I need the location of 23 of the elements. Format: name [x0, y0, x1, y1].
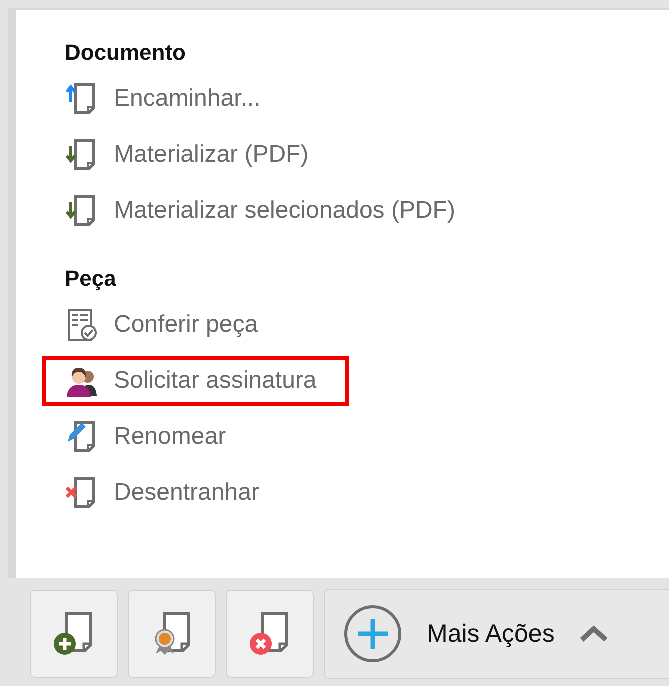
page-add-icon	[53, 611, 95, 657]
menu-item[interactable]: Desentranhar	[42, 468, 278, 518]
form-check-icon	[66, 308, 98, 342]
page-upload-icon	[66, 82, 98, 116]
toolbar-button[interactable]	[226, 590, 314, 678]
toolbar-button[interactable]	[128, 590, 216, 678]
menu-item[interactable]: Materializar (PDF)	[42, 130, 327, 180]
menu-item[interactable]: Materializar selecionados (PDF)	[42, 186, 474, 236]
more-actions-button[interactable]: Mais Ações	[324, 589, 669, 679]
menu-item[interactable]: Conferir peça	[42, 300, 276, 350]
menu-item[interactable]: Encaminhar...	[42, 74, 279, 124]
menu-item[interactable]: Renomear	[42, 412, 244, 462]
page-download-icon	[66, 138, 98, 172]
caret-icon	[578, 625, 609, 643]
page-remove-icon	[66, 476, 98, 510]
section-heading: Peça	[65, 265, 118, 293]
toolbar-button[interactable]	[30, 590, 118, 678]
page-delete-icon	[249, 611, 291, 657]
section-heading: Documento	[65, 39, 187, 67]
plus-circle-icon	[343, 604, 403, 664]
page-download-icon	[66, 194, 98, 228]
page-pencil-icon	[66, 420, 98, 454]
menu-item[interactable]: Solicitar assinatura	[42, 356, 349, 406]
